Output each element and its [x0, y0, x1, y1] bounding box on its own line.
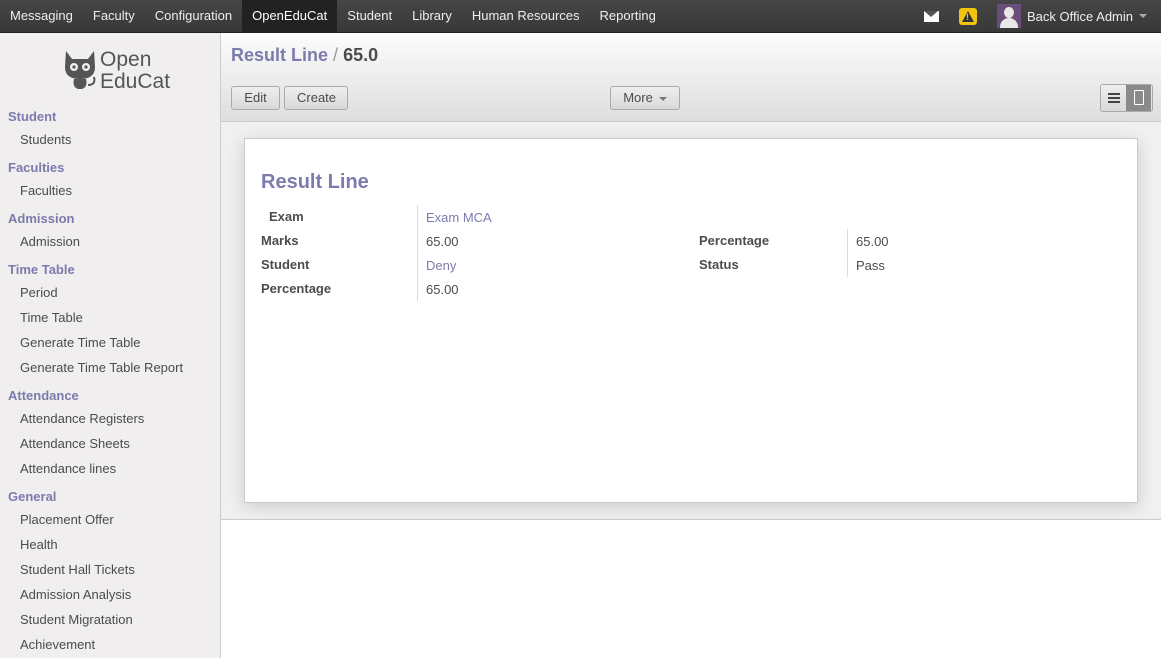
more-button[interactable]: More [610, 86, 680, 110]
form-icon [1134, 90, 1144, 105]
sidebar-item-period[interactable]: Period [0, 280, 220, 305]
sidebar-section-student: Student [8, 109, 57, 124]
list-view-button[interactable] [1101, 85, 1126, 111]
form-title: Result Line [261, 171, 369, 193]
menu-item-messaging[interactable]: Messaging [0, 0, 83, 32]
content-footer-space [221, 520, 1161, 658]
sidebar-item-student-migratation[interactable]: Student Migratation [0, 607, 220, 632]
user-name[interactable]: Back Office Admin [1027, 9, 1133, 24]
menu-item-reporting[interactable]: Reporting [590, 0, 666, 32]
sidebar-item-students[interactable]: Students [0, 127, 220, 152]
menu-item-openeducat[interactable]: OpenEduCat [242, 0, 338, 32]
sidebar-item-generate-time-table-report[interactable]: Generate Time Table Report [0, 355, 220, 380]
sidebar-item-admission-analysis[interactable]: Admission Analysis [0, 582, 220, 607]
sidebar-section-attendance: Attendance [8, 388, 79, 403]
marks-label: Marks [261, 233, 299, 248]
sidebar-item-attendance-sheets[interactable]: Attendance Sheets [0, 431, 220, 456]
create-button[interactable]: Create [284, 86, 348, 110]
sidebar-item-admission[interactable]: Admission [0, 229, 220, 254]
status-field[interactable]: Pass [856, 258, 885, 273]
status-label: Status [699, 257, 739, 272]
chevron-down-icon [658, 96, 667, 101]
menu-item-faculty[interactable]: Faculty [83, 0, 145, 32]
form-view-button[interactable] [1126, 85, 1151, 111]
sidebar-section-faculties: Faculties [8, 160, 65, 175]
sidebar-item-achievement[interactable]: Achievement [0, 632, 220, 657]
form-content-area: Result Line Exam Exam MCA Marks 65.00 St… [221, 122, 1161, 520]
edit-button[interactable]: Edit [231, 86, 280, 110]
menu-item-human-resources[interactable]: Human Resources [462, 0, 590, 32]
sidebar-item-faculties[interactable]: Faculties [0, 178, 220, 203]
sidebar-section-time-table: Time Table [8, 262, 75, 277]
warning-icon[interactable] [959, 7, 978, 25]
percentage-label-right: Percentage [699, 233, 770, 248]
topbar-right: Back Office Admin [924, 0, 1161, 32]
percentage-label: Percentage [261, 281, 332, 296]
main-menu: Messaging Faculty Configuration OpenEduCat S… [0, 0, 666, 32]
menu-item-student[interactable]: Student [337, 0, 402, 32]
sidebar-item-attendance-registers[interactable]: Attendance Registers [0, 406, 220, 431]
cat-logo-icon [65, 51, 96, 89]
sidebar-item-attendance-lines[interactable]: Attendance lines [0, 456, 220, 481]
sidebar-nav: Student Students Faculties Faculties Admissi… [0, 106, 220, 657]
sidebar-section-general: General [8, 489, 57, 504]
sidebar-item-health[interactable]: Health [0, 532, 220, 557]
menu-item-configuration[interactable]: Configuration [145, 0, 242, 32]
sidebar-item-placement-offer[interactable]: Placement Offer [0, 507, 220, 532]
student-field[interactable]: Deny [426, 258, 456, 273]
marks-field[interactable]: 65.00 [426, 234, 459, 249]
student-label: Student [261, 257, 310, 272]
breadcrumb: Result Line / 65.0 [231, 45, 378, 66]
openeducat-logo: Open EduCat [62, 45, 172, 95]
more-label: More [623, 90, 653, 105]
menu-item-library[interactable]: Library [402, 0, 462, 32]
control-panel: Result Line / 65.0 Edit Create More [221, 33, 1161, 122]
exam-field[interactable]: Exam MCA [426, 210, 492, 225]
logo-text-line2: EduCat [100, 70, 171, 93]
field-divider [847, 229, 848, 277]
sidebar: Open EduCat Student Students Faculties Facu… [0, 33, 221, 658]
sidebar-item-student-hall-tickets[interactable]: Student Hall Tickets [0, 557, 220, 582]
chevron-down-icon[interactable] [1139, 14, 1147, 18]
percentage-field[interactable]: 65.00 [426, 282, 459, 297]
exam-label: Exam [269, 209, 304, 224]
field-divider [417, 205, 418, 301]
mail-icon[interactable] [924, 10, 940, 22]
view-switcher [1100, 84, 1153, 112]
breadcrumb-link[interactable]: Result Line [231, 45, 328, 65]
list-icon [1108, 93, 1120, 95]
breadcrumb-current: 65.0 [343, 45, 379, 65]
form-sheet: Result Line Exam Exam MCA Marks 65.00 St… [244, 138, 1138, 503]
avatar[interactable] [997, 4, 1022, 28]
sidebar-section-admission: Admission [8, 211, 75, 226]
top-menu-bar: Messaging Faculty Configuration OpenEduCat S… [0, 0, 1161, 33]
percentage-field-right[interactable]: 65.00 [856, 234, 889, 249]
logo-text-line1: Open [100, 48, 152, 71]
sidebar-item-generate-time-table[interactable]: Generate Time Table [0, 330, 220, 355]
breadcrumb-separator: / [333, 45, 339, 65]
sidebar-item-time-table[interactable]: Time Table [0, 305, 220, 330]
